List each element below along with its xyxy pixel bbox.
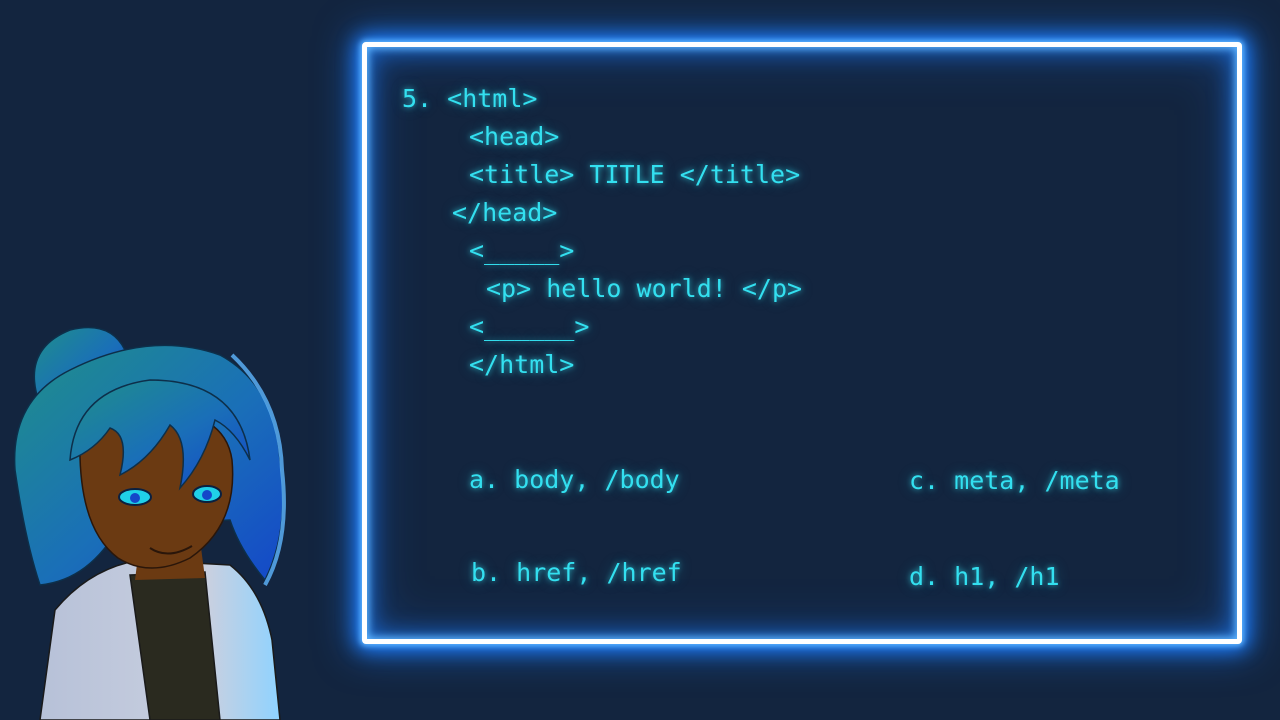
code-line-html-open: 5. <html> <box>402 84 538 113</box>
option-d[interactable]: d. h1, /h1 <box>909 562 1060 592</box>
code-line-html-close: </html> <box>469 350 575 379</box>
option-a[interactable]: a. body, /body <box>469 465 680 495</box>
character-illustration <box>13 326 286 720</box>
slide: 5. <html> <head> <title> TITLE </title> … <box>0 0 1280 720</box>
code-line-blank-open: <_____> <box>469 236 575 265</box>
code-line-blank-close: <______> <box>469 312 590 341</box>
option-c[interactable]: c. meta, /meta <box>909 466 1120 496</box>
code-line-head-open: <head> <box>469 122 560 151</box>
code-line-title: <title> TITLE </title> <box>469 160 801 189</box>
code-line-paragraph: <p> hello world! </p> <box>486 274 803 303</box>
option-b[interactable]: b. href, /href <box>471 558 682 588</box>
code-line-head-close: </head> <box>452 198 558 227</box>
